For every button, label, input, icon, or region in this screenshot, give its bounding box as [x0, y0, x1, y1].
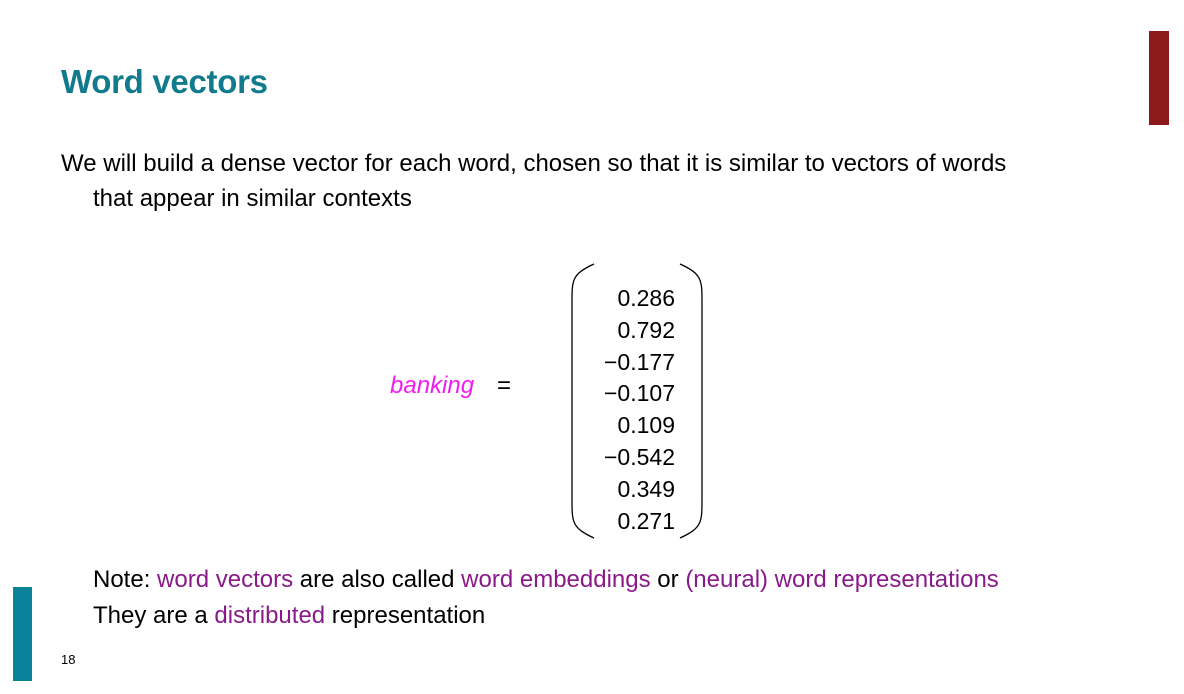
left-paren	[571, 263, 595, 539]
right-paren	[679, 263, 703, 539]
note-line2-prefix: They are a	[93, 602, 215, 629]
vector-values: 0.286 0.792 −0.177 −0.107 0.109 −0.542 0.349 0.…	[604, 283, 675, 537]
vector-value: −0.107	[604, 380, 675, 407]
accent-bar-bottom	[13, 587, 32, 681]
term-neural-word-representations: (neural) word representations	[685, 566, 999, 593]
intro-text: We will build a dense vector for each wo…	[61, 146, 1141, 216]
word-label: banking	[390, 372, 475, 399]
equals-sign: =	[497, 372, 512, 399]
vector-display: 0.286 0.792 −0.177 −0.107 0.109 −0.542 0.349 0.…	[568, 262, 708, 540]
vector-value: 0.109	[617, 412, 675, 439]
accent-bar-top	[1149, 31, 1169, 125]
vector-value: 0.349	[617, 475, 675, 502]
term-word-vectors: word vectors	[157, 566, 294, 593]
note-line-1: Note: word vectors are also called word …	[93, 562, 999, 598]
vector-value: 0.792	[617, 316, 675, 343]
intro-line-2: that appear in similar contexts	[93, 185, 412, 212]
vector-value: −0.177	[604, 348, 675, 375]
page-number: 18	[61, 652, 76, 667]
note-mid-2: or	[650, 566, 686, 593]
term-distributed: distributed	[214, 602, 326, 629]
note-mid-1: are also called	[293, 566, 462, 593]
intro-line-1: We will build a dense vector for each wo…	[61, 150, 1007, 177]
note-prefix: Note:	[93, 566, 158, 593]
vector-value: 0.286	[617, 285, 675, 311]
note-line-2: They are a distributed representation	[93, 598, 999, 634]
note-line2-suffix: representation	[325, 602, 486, 629]
vector-value: −0.542	[604, 443, 675, 470]
slide-title: Word vectors	[61, 63, 268, 100]
vector-value: 0.271	[617, 507, 675, 534]
note-text: Note: word vectors are also called word …	[93, 562, 999, 634]
term-word-embeddings: word embeddings	[461, 566, 651, 593]
